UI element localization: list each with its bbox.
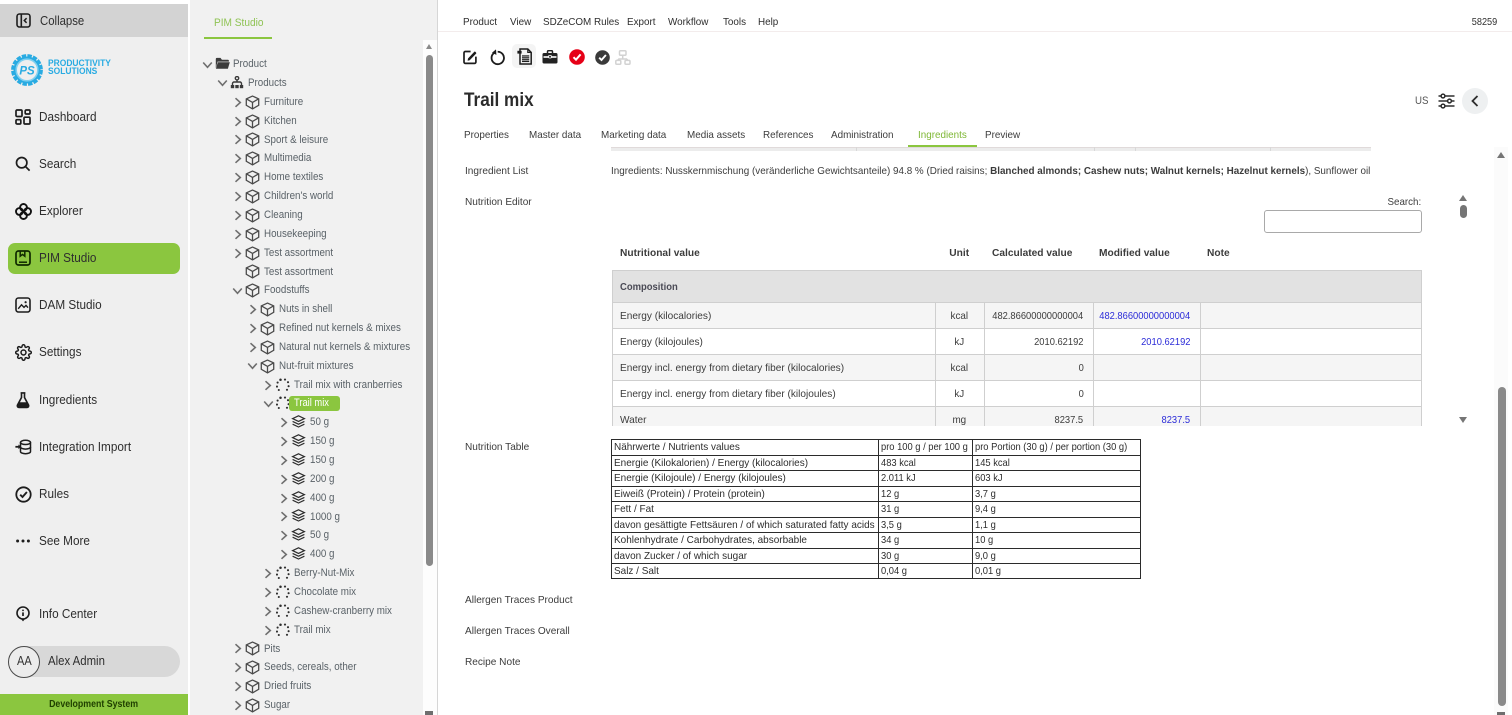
- svg-text:PS: PS: [19, 66, 35, 78]
